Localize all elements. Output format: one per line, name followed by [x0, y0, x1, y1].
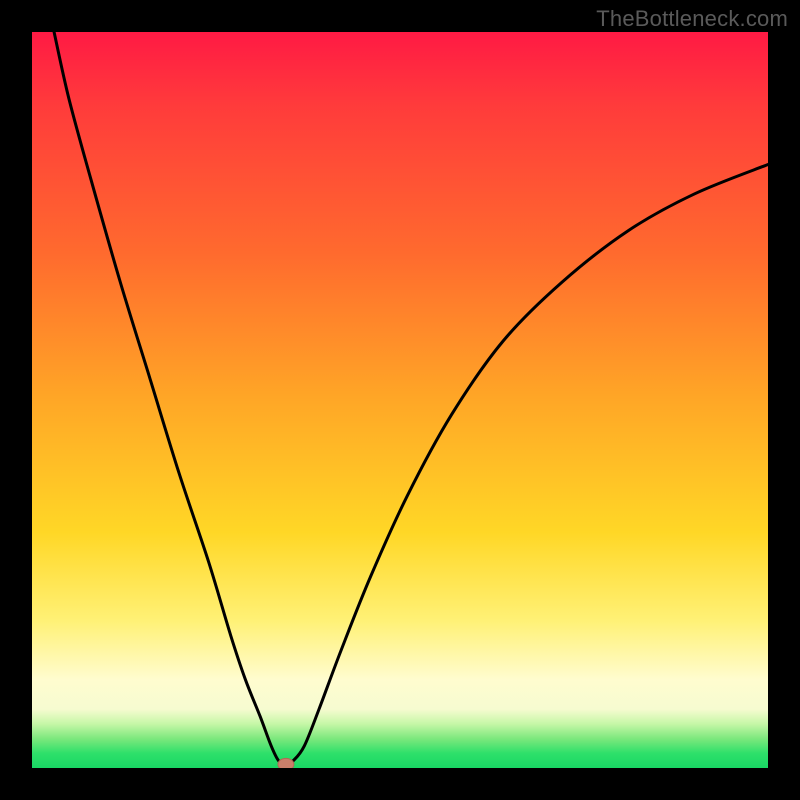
watermark-text: TheBottleneck.com: [596, 6, 788, 32]
chart-frame: TheBottleneck.com: [0, 0, 800, 800]
curve-layer: [32, 32, 768, 768]
bottleneck-curve: [54, 32, 768, 764]
plot-area: [32, 32, 768, 768]
optimum-marker: [278, 758, 294, 768]
